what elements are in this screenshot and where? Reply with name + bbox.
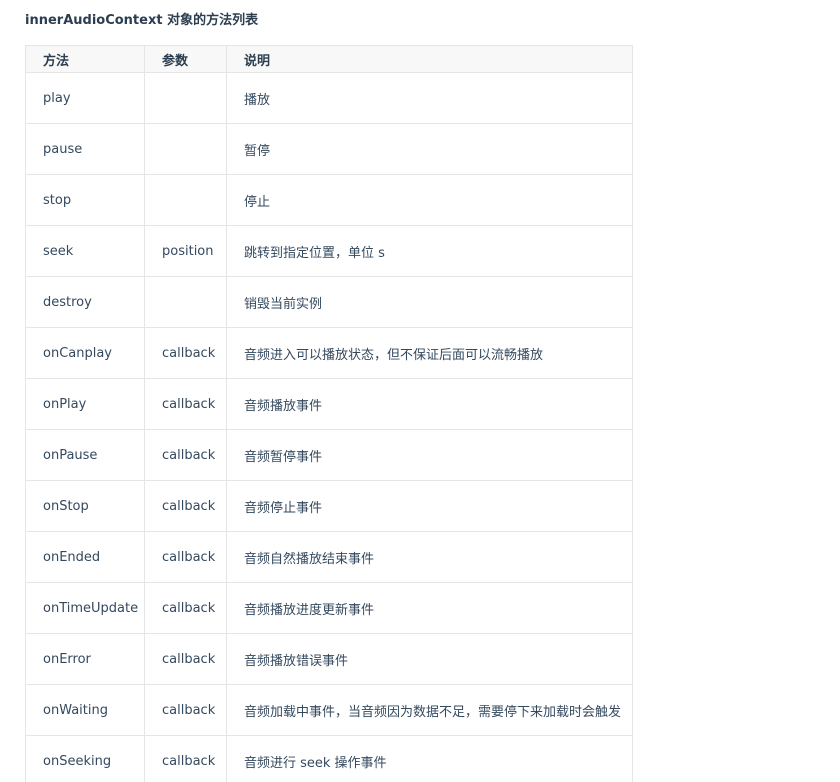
param-cell [144,72,227,124]
param-cell: callback [144,684,227,736]
method-cell: stop [25,174,145,226]
method-cell: destroy [25,276,145,328]
description-cell: 停止 [226,174,633,226]
method-cell: seek [25,225,145,277]
methods-table: 方法 参数 说明 play 播放 pause 暂停 stop 停止 seek p… [25,45,633,782]
section-title: innerAudioContext 对象的方法列表 [25,13,259,28]
description-cell: 跳转到指定位置，单位 s [226,225,633,277]
method-cell: play [25,72,145,124]
method-cell: onStop [25,480,145,532]
method-cell: onEnded [25,531,145,583]
table-row: stop 停止 [25,174,633,226]
param-cell: position [144,225,227,277]
table-row: onPlay callback 音频播放事件 [25,378,633,430]
description-cell: 音频暂停事件 [226,429,633,481]
description-cell: 音频播放进度更新事件 [226,582,633,634]
header-description: 说明 [226,45,633,73]
table-row: pause 暂停 [25,123,633,175]
description-cell: 销毁当前实例 [226,276,633,328]
param-cell [144,123,227,175]
param-cell [144,276,227,328]
param-cell: callback [144,531,227,583]
method-cell: onPlay [25,378,145,430]
table-row: onEnded callback 音频自然播放结束事件 [25,531,633,583]
method-cell: pause [25,123,145,175]
param-cell: callback [144,378,227,430]
header-param: 参数 [144,45,227,73]
table-row: destroy 销毁当前实例 [25,276,633,328]
table-row: onSeeking callback 音频进行 seek 操作事件 [25,735,633,782]
description-cell: 音频自然播放结束事件 [226,531,633,583]
description-cell: 音频进入可以播放状态，但不保证后面可以流畅播放 [226,327,633,379]
description-cell: 音频进行 seek 操作事件 [226,735,633,782]
description-cell: 音频播放错误事件 [226,633,633,685]
description-cell: 音频停止事件 [226,480,633,532]
param-cell [144,174,227,226]
table-row: onPause callback 音频暂停事件 [25,429,633,481]
description-cell: 暂停 [226,123,633,175]
param-cell: callback [144,429,227,481]
description-cell: 音频加载中事件，当音频因为数据不足，需要停下来加载时会触发 [226,684,633,736]
method-cell: onTimeUpdate [25,582,145,634]
table-header-row: 方法 参数 说明 [25,45,633,73]
method-cell: onPause [25,429,145,481]
param-cell: callback [144,582,227,634]
table-row: onWaiting callback 音频加载中事件，当音频因为数据不足，需要停… [25,684,633,736]
table-row: onStop callback 音频停止事件 [25,480,633,532]
param-cell: callback [144,735,227,782]
table-row: onTimeUpdate callback 音频播放进度更新事件 [25,582,633,634]
description-cell: 音频播放事件 [226,378,633,430]
method-cell: onCanplay [25,327,145,379]
method-cell: onError [25,633,145,685]
method-cell: onWaiting [25,684,145,736]
param-cell: callback [144,327,227,379]
table-row: onCanplay callback 音频进入可以播放状态，但不保证后面可以流畅… [25,327,633,379]
header-method: 方法 [25,45,145,73]
table-row: onError callback 音频播放错误事件 [25,633,633,685]
table-row: seek position 跳转到指定位置，单位 s [25,225,633,277]
param-cell: callback [144,480,227,532]
param-cell: callback [144,633,227,685]
description-cell: 播放 [226,72,633,124]
table-row: play 播放 [25,72,633,124]
method-cell: onSeeking [25,735,145,782]
page: innerAudioContext 对象的方法列表 方法 参数 说明 play … [0,0,840,782]
